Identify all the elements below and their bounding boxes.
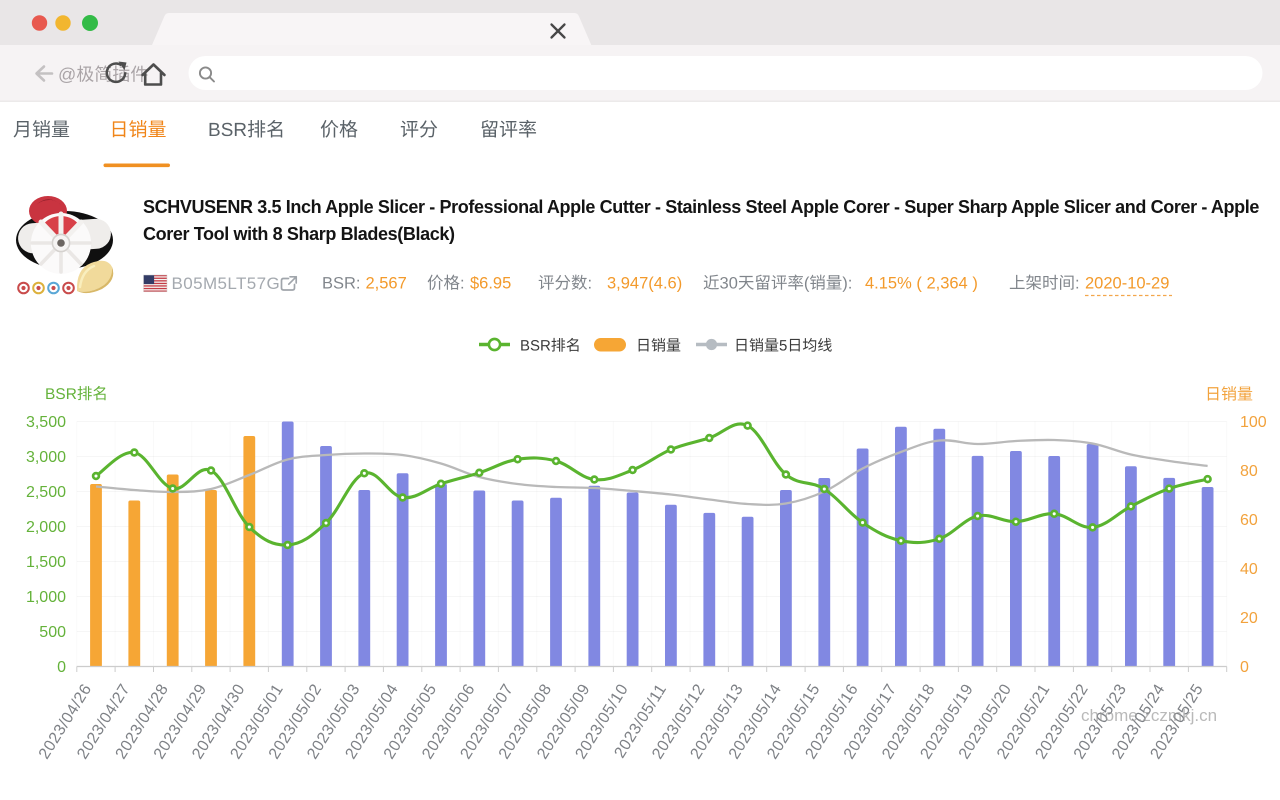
svg-text:20: 20 [1240,610,1258,627]
svg-text:100: 100 [1240,414,1267,431]
svg-text:chrome.zczmkj.cn: chrome.zczmkj.cn [1081,706,1217,725]
svg-text:1,500: 1,500 [26,554,66,571]
svg-text:1,000: 1,000 [26,589,66,606]
svg-text:2,567: 2,567 [366,275,407,293]
svg-text:B05M5LT57G: B05M5LT57G [172,274,281,293]
svg-text:0: 0 [1240,659,1249,676]
svg-text:500: 500 [39,624,66,641]
svg-text:2,000: 2,000 [26,519,66,536]
svg-text:SCHVUSENR 3.5 Inch Apple Slice: SCHVUSENR 3.5 Inch Apple Slicer - Profes… [143,197,1259,217]
svg-text:2020-10-29: 2020-10-29 [1085,275,1169,293]
svg-text:80: 80 [1240,463,1258,480]
svg-text:Corer Tool with 8 Sharp Blades: Corer Tool with 8 Sharp Blades(Black) [143,224,455,244]
svg-text:$6.95: $6.95 [470,275,511,293]
svg-text:3,000: 3,000 [26,449,66,466]
svg-text:4.15% ( 2,364 ): 4.15% ( 2,364 ) [865,275,978,293]
svg-text:0: 0 [57,659,66,676]
svg-text:3,947(4.6): 3,947(4.6) [607,275,682,293]
svg-text:40: 40 [1240,561,1258,578]
svg-text:2,500: 2,500 [26,484,66,501]
svg-text:3,500: 3,500 [26,414,66,431]
svg-text:60: 60 [1240,512,1258,529]
